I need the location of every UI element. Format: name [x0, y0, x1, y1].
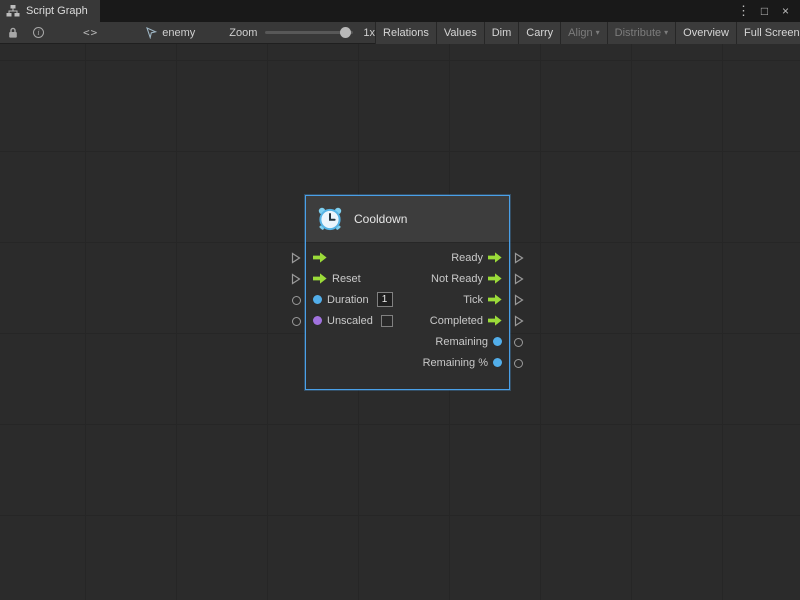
port-connector-flow-in-enter[interactable]	[291, 252, 301, 264]
lock-icon[interactable]	[5, 22, 21, 44]
close-icon[interactable]: ×	[777, 2, 794, 20]
tab-script-graph[interactable]: Script Graph	[0, 0, 100, 22]
port-connector-value-in-duration[interactable]	[292, 296, 301, 305]
unscaled-checkbox[interactable]	[381, 315, 393, 327]
graph-canvas[interactable]: Cooldown Ready Res	[0, 44, 800, 600]
toolbar-buttons: Relations Values Dim Carry Align ▾ Distr…	[375, 22, 800, 44]
port-row: Ready	[306, 247, 509, 268]
port-in-reset[interactable]: Reset	[313, 273, 361, 285]
zoom-slider-knob[interactable]	[340, 27, 351, 38]
port-in-enter[interactable]	[313, 252, 332, 263]
port-connector-flow-out-completed[interactable]	[514, 315, 524, 327]
dim-button[interactable]: Dim	[484, 22, 519, 44]
value-port-icon	[493, 358, 502, 367]
title-bar: Script Graph ⋮ □ ×	[0, 0, 800, 22]
duration-value-field[interactable]: 1	[377, 292, 393, 307]
pointer-icon	[145, 27, 157, 39]
node-body: Ready Reset Not Ready	[306, 243, 509, 373]
info-icon[interactable]: i	[30, 22, 47, 44]
cooldown-node-header[interactable]: Cooldown	[306, 196, 509, 243]
window-menu-icon[interactable]: ⋮	[735, 2, 752, 20]
port-out-remaining-percent[interactable]: Remaining %	[423, 357, 502, 369]
port-connector-flow-out-not-ready[interactable]	[514, 273, 524, 285]
port-out-ready[interactable]: Ready	[451, 252, 502, 264]
value-port-icon	[313, 316, 322, 325]
graph-target-label: enemy	[162, 27, 195, 39]
port-out-remaining[interactable]: Remaining	[435, 336, 502, 348]
port-connector-flow-in-reset[interactable]	[291, 273, 301, 285]
flow-arrow-icon	[313, 252, 327, 263]
flow-arrow-icon	[488, 252, 502, 263]
cooldown-node[interactable]: Cooldown Ready Res	[305, 195, 510, 390]
port-row: Unscaled Completed	[306, 310, 509, 331]
flow-arrow-icon	[313, 273, 327, 284]
values-button[interactable]: Values	[436, 22, 484, 44]
relations-button[interactable]: Relations	[375, 22, 436, 44]
value-port-icon	[493, 337, 502, 346]
port-out-not-ready[interactable]: Not Ready	[431, 273, 502, 285]
port-row: Duration 1 Tick	[306, 289, 509, 310]
zoom-label: Zoom	[229, 27, 257, 39]
alarm-clock-icon	[317, 206, 343, 232]
flow-arrow-icon	[488, 294, 502, 305]
graph-target[interactable]: enemy	[145, 27, 195, 39]
full-screen-button[interactable]: Full Screen	[736, 22, 800, 44]
port-connector-flow-out-ready[interactable]	[514, 252, 524, 264]
port-row: Reset Not Ready	[306, 268, 509, 289]
chevron-down-icon: ▾	[664, 29, 668, 37]
tab-title: Script Graph	[26, 5, 88, 17]
align-dropdown[interactable]: Align ▾	[560, 22, 606, 44]
port-connector-value-in-unscaled[interactable]	[292, 317, 301, 326]
zoom-slider[interactable]	[265, 31, 353, 34]
port-in-unscaled[interactable]: Unscaled	[313, 315, 393, 327]
port-connector-value-out-remaining[interactable]	[514, 338, 523, 347]
zoom-control: Zoom 1x	[229, 27, 375, 39]
port-out-tick[interactable]: Tick	[463, 294, 502, 306]
chevron-down-icon: ▾	[596, 29, 600, 37]
code-icon[interactable]: <>	[80, 22, 101, 44]
port-row: Remaining	[306, 331, 509, 352]
port-connector-flow-out-tick[interactable]	[514, 294, 524, 306]
script-graph-window: Script Graph ⋮ □ × i <> enemy Zoom	[0, 0, 800, 600]
port-out-completed[interactable]: Completed	[430, 315, 502, 327]
overview-button[interactable]: Overview	[675, 22, 736, 44]
zoom-value: 1x	[363, 27, 375, 39]
value-port-icon	[313, 295, 322, 304]
flow-arrow-icon	[488, 273, 502, 284]
port-row: Remaining %	[306, 352, 509, 373]
node-title: Cooldown	[354, 212, 407, 226]
distribute-dropdown[interactable]: Distribute ▾	[607, 22, 675, 44]
window-controls: ⋮ □ ×	[735, 2, 800, 20]
script-graph-icon	[6, 5, 20, 17]
maximize-icon[interactable]: □	[756, 2, 773, 20]
port-in-duration[interactable]: Duration 1	[313, 292, 393, 307]
flow-arrow-icon	[488, 315, 502, 326]
carry-button[interactable]: Carry	[518, 22, 560, 44]
graph-toolbar: i <> enemy Zoom 1x Relations Values Dim …	[0, 22, 800, 44]
port-connector-value-out-remaining-percent[interactable]	[514, 359, 523, 368]
